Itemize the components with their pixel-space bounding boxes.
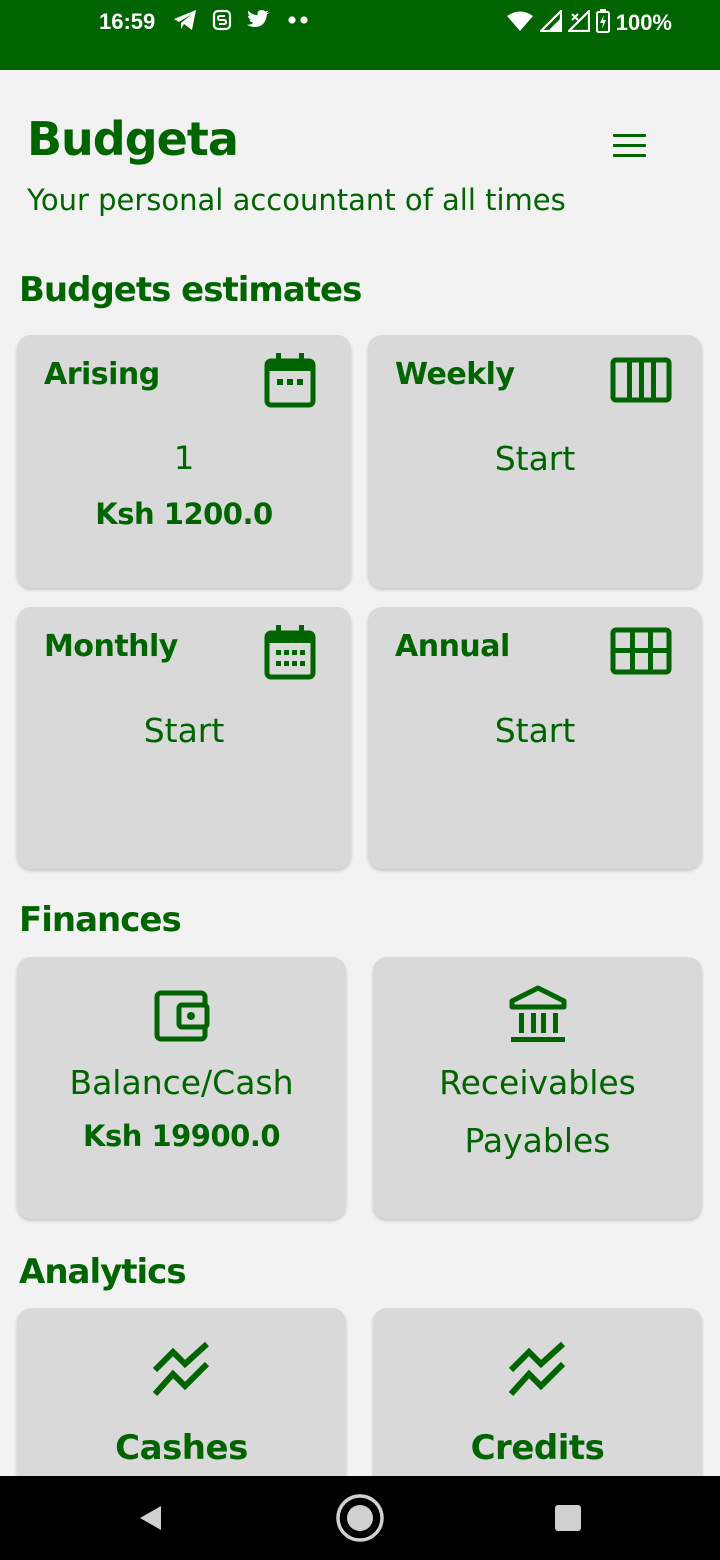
app-subtitle: Your personal accountant of all times: [27, 183, 566, 217]
more-dots-icon: [286, 9, 310, 35]
signal-icon: [538, 8, 562, 36]
payables-label: Payables: [464, 1121, 611, 1160]
receivables-label: Receivables: [439, 1063, 636, 1102]
arising-card[interactable]: Arising 1 Ksh 1200.0: [17, 335, 351, 588]
telegram-icon: [172, 9, 198, 35]
status-time: 16:59: [99, 9, 156, 34]
arising-amount: Ksh 1200.0: [95, 497, 273, 531]
budgets-section-title: Budgets estimates: [19, 270, 362, 310]
arising-label: Arising: [44, 357, 160, 392]
view-module-icon: [610, 627, 672, 679]
monthly-card[interactable]: Monthly Start: [17, 607, 351, 869]
receivables-payables-card[interactable]: Receivables Payables: [373, 957, 702, 1219]
calendar-month-icon: [263, 623, 317, 685]
stacked-line-chart-icon: [151, 1340, 213, 1402]
notification-icons: [172, 9, 310, 35]
system-status: 100%: [506, 8, 672, 37]
wifi-icon: [506, 10, 534, 36]
cashes-label: Cashes: [115, 1428, 248, 1468]
annual-label: Annual: [395, 629, 510, 664]
annual-card[interactable]: Annual Start: [368, 607, 702, 869]
weekly-start: Start: [494, 439, 576, 478]
arising-count: 1: [173, 439, 195, 477]
monthly-label: Monthly: [44, 629, 178, 664]
annual-start: Start: [494, 711, 576, 750]
app-title: Budgeta: [27, 112, 239, 166]
weekly-card[interactable]: Weekly Start: [368, 335, 702, 588]
battery-charging-icon: [595, 9, 610, 37]
signal-x-icon: [566, 8, 590, 36]
bank-icon: [508, 985, 568, 1049]
s-app-icon: [212, 9, 232, 35]
credits-label: Credits: [470, 1428, 605, 1468]
balance-card[interactable]: Balance/Cash Ksh 19900.0: [17, 957, 346, 1219]
analytics-section-title: Analytics: [19, 1252, 187, 1292]
stacked-line-chart-icon: [507, 1340, 569, 1402]
twitter-icon: [246, 9, 272, 35]
balance-amount: Ksh 19900.0: [82, 1119, 281, 1153]
monthly-start: Start: [143, 711, 225, 750]
home-icon[interactable]: [330, 1476, 390, 1560]
weekly-label: Weekly: [395, 357, 515, 392]
recents-icon[interactable]: [538, 1476, 598, 1560]
view-week-icon: [610, 357, 672, 407]
back-icon[interactable]: [120, 1476, 180, 1560]
battery-percentage: 100%: [615, 10, 672, 35]
status-bar: 16:59 100%: [0, 0, 720, 70]
wallet-icon: [153, 989, 211, 1047]
hamburger-menu-icon[interactable]: [604, 126, 654, 164]
finances-section-title: Finances: [19, 900, 182, 940]
navigation-bar: [0, 1476, 720, 1560]
balance-label: Balance/Cash: [69, 1063, 294, 1102]
calendar-dots-icon: [263, 351, 317, 413]
